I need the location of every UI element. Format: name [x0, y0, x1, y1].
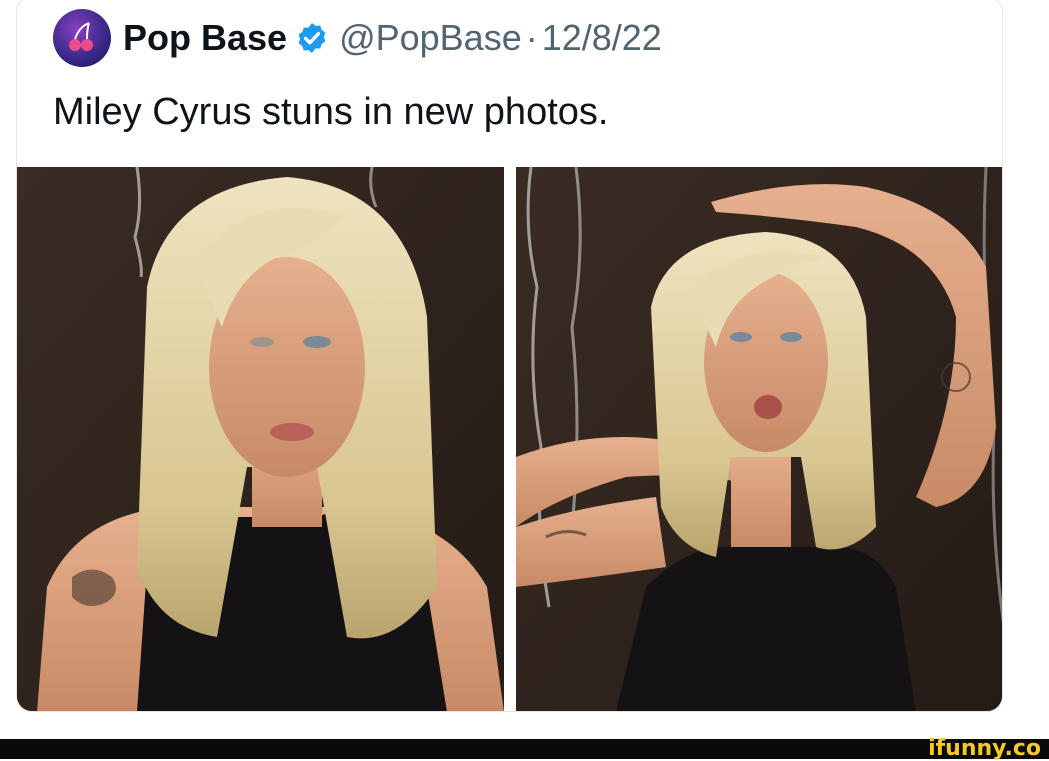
photo-left-image: [17, 167, 504, 711]
avatar[interactable]: [53, 9, 111, 67]
tweet-text: Miley Cyrus stuns in new photos.: [53, 91, 609, 133]
tweet-card[interactable]: Pop Base @PopBase · 12/8/22 Miley Cyrus …: [16, 0, 1003, 712]
pop-base-logo-icon: [69, 22, 93, 51]
photo-right-image: [516, 167, 1002, 711]
photo-left[interactable]: [17, 167, 504, 711]
photo-right[interactable]: [516, 167, 1002, 711]
ifunny-watermark: ifunny.co: [928, 736, 1041, 761]
verified-badge-icon: [298, 23, 326, 53]
footer-bar: [0, 739, 1049, 759]
tweet-date[interactable]: 12/8/22: [542, 17, 662, 59]
separator-dot: ·: [525, 17, 538, 58]
display-name[interactable]: Pop Base: [123, 17, 287, 59]
photo-grid: [17, 167, 1002, 711]
handle[interactable]: @PopBase: [339, 17, 522, 59]
tweet-header: Pop Base @PopBase · 12/8/22: [53, 9, 662, 67]
